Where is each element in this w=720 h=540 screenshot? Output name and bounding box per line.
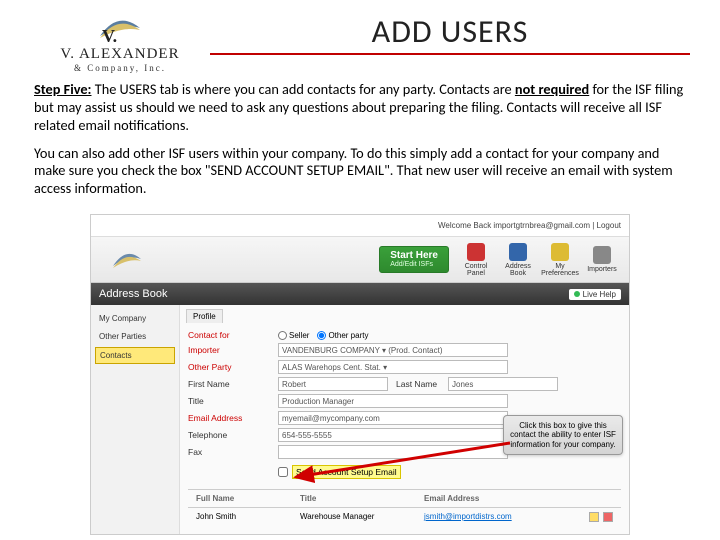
nav-importers[interactable]: Importers [581,246,623,273]
lbl-fax: Fax [188,447,278,457]
importer-select[interactable]: VANDENBURG COMPANY ▾ (Prod. Contact) [278,343,508,357]
nav-control-panel[interactable]: Control Panel [455,243,497,277]
callout-tooltip: Click this box to give this contact the … [503,415,623,455]
lbl-telephone: Telephone [188,430,278,440]
lbl-importer: Importer [188,345,278,355]
sidebar-tab-my-company[interactable]: My Company [95,311,175,326]
live-help-button[interactable]: Live Help [569,289,621,300]
embedded-screenshot: Welcome Back importgtrnbrea@gmail.com | … [90,214,630,535]
nav-logo-icon [97,245,157,275]
slide-body-text: Step Five: The USERS tab is where you ca… [0,73,720,214]
send-setup-email-label: Send Account Setup Email [292,465,401,479]
step-label: Step Five: [34,80,92,98]
start-here-button[interactable]: Start Here Add/Edit ISFs [379,246,449,273]
section-bar: Address Book Live Help [91,283,629,305]
start-here-label: Start Here [390,251,438,261]
paragraph-1: Step Five: The USERS tab is where you ca… [34,81,686,135]
start-here-sublabel: Add/Edit ISFs [390,261,438,268]
cell-title: Warehouse Manager [300,512,410,522]
first-name-input[interactable]: Robert [278,377,388,391]
shield-icon [467,243,485,261]
contact-for-radios: Seller Other party [278,331,368,340]
top-nav: Start Here Add/Edit ISFs Control Panel A… [91,237,629,283]
radio-other[interactable]: Other party [317,331,368,340]
nav-label: Control Panel [455,263,497,277]
para1-text-a: The USERS tab is where you can add conta… [92,80,515,98]
radio-label: Seller [289,331,309,340]
live-help-label: Live Help [583,290,616,299]
welcome-bar: Welcome Back importgtrnbrea@gmail.com | … [91,215,629,237]
radio-label: Other party [328,331,368,340]
col-title: Title [300,494,410,503]
tab-profile[interactable]: Profile [186,309,223,323]
delete-icon[interactable] [603,512,613,522]
row-actions [589,512,613,522]
radio-seller[interactable]: Seller [278,331,309,340]
lbl-last-name: Last Name [388,379,448,389]
logo-swoosh-icon: V. [98,14,142,44]
gear-icon [551,243,569,261]
paragraph-2: You can also add other ISF users within … [34,145,686,199]
sidebar-tab-other-parties[interactable]: Other Parties [95,329,175,344]
other-party-select[interactable]: ALAS Warehops Cent. Stat. ▾ [278,360,508,374]
not-required-emphasis: not required [515,80,589,98]
cell-full-name: John Smith [196,512,286,522]
send-setup-email-checkbox[interactable] [278,467,288,477]
welcome-text: Welcome Back importgtrnbrea@gmail.com | … [438,221,621,230]
book-icon [509,243,527,261]
results-row: John Smith Warehouse Manager jsmith@impo… [188,507,621,526]
lbl-title: Title [188,396,278,406]
col-email: Email Address [424,494,479,503]
nav-label: Importers [587,266,617,273]
telephone-input[interactable]: 654-555-5555 [278,428,508,442]
side-tabs: My Company Other Parties Contacts [91,305,179,534]
nav-preferences[interactable]: My Preferences [539,243,581,277]
lbl-first-name: First Name [188,379,278,389]
status-dot-icon [574,291,580,297]
fax-input[interactable] [278,445,508,459]
results-header: Full Name Title Email Address [188,489,621,507]
svg-text:V.: V. [102,26,117,44]
page-title: ADD USERS [210,12,690,55]
slide-header: V. V. ALEXANDER & Company, Inc. ADD USER… [0,0,720,73]
edit-icon[interactable] [589,512,599,522]
last-name-input[interactable]: Jones [448,377,558,391]
col-full-name: Full Name [196,494,286,503]
email-input[interactable]: myemail@mycompany.com [278,411,508,425]
contact-form-area: Profile Contact for Seller Other party I… [179,305,629,534]
title-input[interactable]: Production Manager [278,394,508,408]
address-book-panel: My Company Other Parties Contacts Profil… [91,305,629,534]
logo-company-subtitle: & Company, Inc. [30,63,210,73]
sidebar-tab-contacts[interactable]: Contacts [95,347,175,364]
section-title: Address Book [99,288,167,300]
lbl-contact-for: Contact for [188,330,278,340]
nav-label: Address Book [497,263,539,277]
title-block: ADD USERS [210,8,690,55]
lbl-other-party: Other Party [188,362,278,372]
lbl-email: Email Address [188,413,278,423]
nav-address-book[interactable]: Address Book [497,243,539,277]
people-icon [593,246,611,264]
send-setup-email-row: Send Account Setup Email [188,465,621,479]
company-logo: V. V. ALEXANDER & Company, Inc. [30,8,210,73]
cell-email-link[interactable]: jsmith@importdistrs.com [424,512,512,522]
logo-company-name: V. ALEXANDER [30,46,210,63]
nav-label: My Preferences [539,263,581,277]
